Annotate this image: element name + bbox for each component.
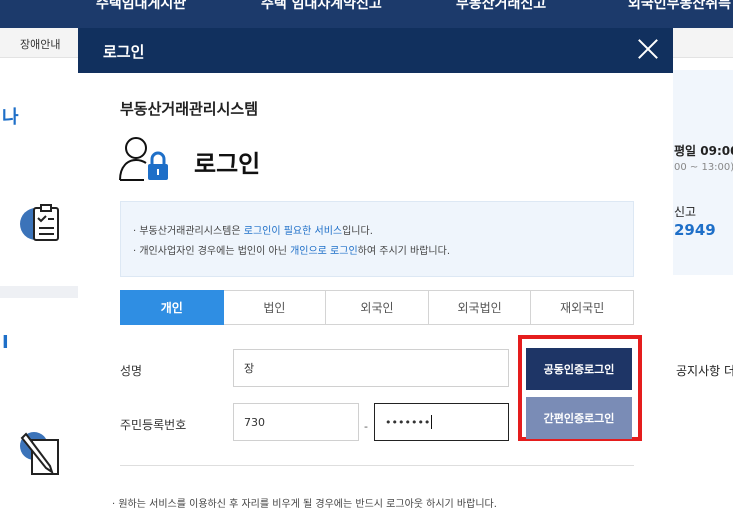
notice-highlight: 개인으로 로그인 — [290, 246, 358, 257]
simple-certificate-login-button[interactable]: 간편인증로그인 — [526, 397, 632, 439]
rrn-front-field[interactable]: 730 — [233, 403, 359, 441]
clipboard-icon — [20, 204, 59, 241]
left-heading-fragment: I — [2, 332, 9, 353]
notice-line: · 개인사업자인 경우에는 법인이 아닌 개인으로 로그인하여 주시기 바랍니다… — [133, 242, 450, 257]
notice-text: 하여 주시기 바랍니다. — [357, 246, 451, 257]
name-label: 성명 — [120, 364, 143, 378]
report-stat-value: 2949 — [674, 221, 716, 239]
notice-more-link[interactable]: 공지사항 더 — [676, 362, 733, 379]
report-stat-label: 신고 — [674, 205, 697, 219]
tab-individual[interactable]: 개인 — [120, 290, 224, 325]
notice-box: · 부동산거래관리시스템은 로그인이 필요한 서비스입니다. · 개인사업자인 … — [120, 201, 634, 277]
text-cursor — [431, 415, 433, 429]
joint-certificate-login-button[interactable]: 공동인증로그인 — [526, 348, 632, 390]
business-hours-sub: 00 ~ 13:00) — [674, 162, 733, 173]
notice-highlight: 로그인이 필요한 서비스 — [243, 226, 343, 237]
tab-foreign-corporation[interactable]: 외국법인 — [428, 290, 532, 325]
login-modal: 로그인 부동산거래관리시스템 로그인 · 부동산거래관리시스템은 로그인이 필요… — [78, 28, 673, 516]
rrn-back-field[interactable]: ••••••• — [374, 403, 509, 441]
nav-item-lease-report[interactable]: 주택 임대차계약신고 — [261, 0, 382, 13]
notice-text: · 부동산거래관리시스템은 — [133, 226, 244, 237]
system-name: 부동산거래관리시스템 — [120, 100, 259, 118]
notice-text: 입니다. — [342, 226, 373, 237]
notice-text: · 개인사업자인 경우에는 법인이 아닌 — [133, 246, 291, 257]
rrn-separator: - — [364, 420, 368, 433]
name-field[interactable]: 장 — [233, 349, 509, 387]
tab-foreigner[interactable]: 외국인 — [326, 290, 429, 325]
modal-header: 로그인 — [78, 28, 673, 73]
accessibility-link[interactable]: 장애안내 — [20, 36, 60, 52]
user-lock-icon — [119, 137, 168, 181]
tab-corporation[interactable]: 법인 — [223, 290, 327, 325]
nav-item-foreigner-acquisition[interactable]: 외국인부동산취득 — [628, 0, 731, 13]
notice-line: · 부동산거래관리시스템은 로그인이 필요한 서비스입니다. — [133, 222, 373, 237]
nav-item-real-estate-report[interactable]: 부동산거래신고 — [456, 0, 546, 13]
login-heading-group: 로그인 — [118, 134, 260, 184]
rrn-label: 주민등록번호 — [120, 418, 187, 432]
login-heading: 로그인 — [194, 150, 261, 178]
divider — [120, 465, 634, 466]
logout-notice: · 원하는 서비스를 이용하신 후 자리를 비우게 될 경우에는 반드시 로그아… — [112, 499, 497, 510]
document-pen-icon — [20, 432, 59, 475]
left-heading-fragment: 나 — [2, 107, 19, 128]
modal-title: 로그인 — [103, 43, 145, 61]
user-type-tabs: 개인 법인 외국인 외국법인 재외국민 — [120, 290, 634, 325]
tab-overseas-korean[interactable]: 재외국민 — [531, 290, 634, 325]
nav-item-housing-board[interactable]: 수택임대게시판 — [96, 0, 186, 13]
close-icon[interactable] — [637, 38, 659, 60]
top-navigation: 수택임대게시판 주택 임대차계약신고 부동산거래신고 외국인부동산취득 — [0, 0, 733, 28]
business-hours: 평일 09:00 — [674, 144, 733, 158]
rrn-back-value: ••••••• — [385, 415, 431, 429]
